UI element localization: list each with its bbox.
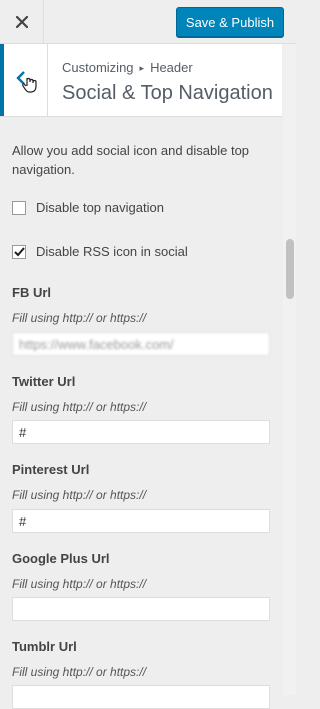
close-button[interactable] bbox=[0, 0, 44, 43]
twitter-url-hint: Fill using http:// or https:// bbox=[12, 400, 147, 414]
scrollbar-thumb[interactable] bbox=[286, 239, 294, 299]
google-plus-url-label: Google Plus Url bbox=[12, 551, 110, 566]
tumblr-url-hint: Fill using http:// or https:// bbox=[12, 665, 147, 679]
google-plus-url-hint: Fill using http:// or https:// bbox=[12, 577, 147, 591]
customizer-topbar: Save & Publish bbox=[0, 0, 296, 44]
section-header: Customizing ▸ Header Social & Top Navigati… bbox=[0, 44, 282, 117]
disable-rss-icon-checkbox[interactable] bbox=[12, 244, 26, 259]
breadcrumb: Customizing ▸ Header bbox=[62, 60, 193, 75]
disable-top-navigation-checkbox-row[interactable]: Disable top navigation bbox=[12, 200, 164, 215]
section-description: Allow you add social icon and disable to… bbox=[12, 143, 250, 177]
twitter-url-label: Twitter Url bbox=[12, 374, 76, 389]
chevron-left-icon[interactable] bbox=[15, 67, 37, 93]
scrollbar[interactable] bbox=[283, 44, 296, 695]
disable-top-navigation-checkbox[interactable] bbox=[12, 200, 26, 215]
breadcrumb-current: Header bbox=[150, 60, 193, 75]
tumblr-url-label: Tumblr Url bbox=[12, 639, 77, 654]
fb-url-label: FB Url bbox=[12, 285, 51, 300]
save-publish-button[interactable]: Save & Publish bbox=[176, 7, 284, 37]
checkbox-label: Disable RSS icon in social bbox=[36, 244, 188, 259]
section-title: Social & Top Navigation bbox=[62, 82, 273, 104]
twitter-url-input[interactable] bbox=[12, 420, 270, 444]
back-button[interactable] bbox=[0, 44, 48, 116]
pinterest-url-input[interactable] bbox=[12, 509, 270, 533]
pinterest-url-label: Pinterest Url bbox=[12, 462, 90, 477]
breadcrumb-arrow-icon: ▸ bbox=[139, 63, 145, 73]
close-icon[interactable] bbox=[15, 15, 28, 28]
pinterest-url-hint: Fill using http:// or https:// bbox=[12, 488, 147, 502]
checkmark-icon bbox=[13, 246, 25, 256]
tumblr-url-input[interactable] bbox=[12, 685, 270, 709]
fb-url-hint: Fill using http:// or https:// bbox=[12, 311, 147, 325]
breadcrumb-parent: Customizing bbox=[62, 60, 134, 75]
google-plus-url-input[interactable] bbox=[12, 597, 270, 621]
fb-url-input[interactable] bbox=[12, 332, 270, 356]
disable-rss-icon-checkbox-row[interactable]: Disable RSS icon in social bbox=[12, 244, 188, 259]
checkbox-label: Disable top navigation bbox=[36, 200, 164, 215]
